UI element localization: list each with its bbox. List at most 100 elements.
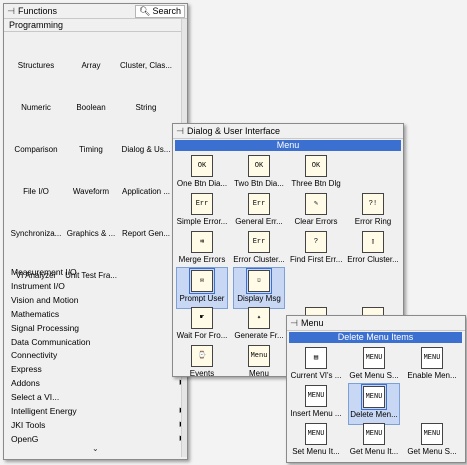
category-item[interactable]: JKI Tools▶ [11,419,187,431]
category-item[interactable]: Connectivity▶ [11,349,187,361]
get-menu-short-icon: MENU [421,423,443,445]
palette-item[interactable]: File I/O [10,161,62,203]
category-item[interactable]: Express▶ [11,363,187,375]
palette-item-unlabeled[interactable] [347,267,399,309]
palette-item-label: Boolean [76,103,106,112]
category-label: Instrument I/O [11,280,65,291]
palette-item-label: Application ... [121,187,171,196]
two-button-dialog-icon: OK [248,155,270,177]
search-button[interactable]: 🔍︎ Search [135,4,185,18]
palette-item-label: General Err... [235,217,283,226]
category-item[interactable]: OpenG▶ [11,433,187,445]
category-programming[interactable]: Programming [4,19,187,32]
blank-icon [362,155,384,177]
palette-item[interactable]: MENU Insert Menu ... [290,383,342,425]
category-label: Mathematics [11,308,60,319]
palette-item[interactable]: ✉ Prompt User [176,267,228,309]
category-label: Signal Processing [11,322,80,333]
menu-category-header[interactable]: Menu [175,140,401,151]
dialog-titlebar: ⊣ Dialog & User Interface [173,124,403,139]
palette-item[interactable]: Numeric [10,77,62,119]
palette-item-unlabeled[interactable] [406,383,458,425]
category-item[interactable]: Signal Processing▶ [11,322,187,334]
generate-front-icon: ✦ [248,307,270,329]
merge-errors-icon: ⇉ [191,231,213,253]
palette-item[interactable]: ☺ Display Msg [233,267,285,309]
get-menu-selection-icon: MENU [363,347,385,369]
palette-item[interactable]: MENU Set Menu It... [290,421,342,463]
palette-item[interactable]: Waveform [65,161,117,203]
category-label: OpenG [11,433,39,444]
category-label: Addons [11,378,40,389]
category-item[interactable]: Measurement I/O [11,266,187,278]
palette-item-label: Display Msg [237,294,281,303]
palette-item[interactable]: ✦ Generate Fr... [233,305,285,347]
palette-item[interactable]: ?! Error Ring [347,191,399,233]
pin-icon[interactable]: ⊣ [287,318,301,329]
pin-icon[interactable]: ⊣ [4,6,18,17]
palette-item[interactable]: ⇉ Merge Errors [176,229,228,271]
palette-item[interactable]: Application ... [120,161,172,203]
palette-item[interactable]: Err Simple Error... [176,191,228,233]
palette-item[interactable]: Comparison [10,119,62,161]
application-icon [135,163,157,185]
palette-item-label: Find First Err... [290,255,342,264]
palette-item[interactable]: ⌚ Events [176,343,228,385]
palette-item[interactable]: Menu Menu [233,343,285,385]
string-icon [135,79,157,101]
category-item[interactable]: Data Communication▶ [11,336,187,348]
menu-icon: Menu [248,345,270,367]
category-label: Data Communication [11,336,91,347]
prompt-user-icon: ✉ [189,268,215,294]
category-item[interactable]: Intelligent Energy▶ [11,405,187,417]
palette-item[interactable]: ☛ Wait For Fro... [176,305,228,347]
palette-item[interactable]: ? Find First Err... [290,229,342,271]
palette-item[interactable]: Boolean [65,77,117,119]
palette-item[interactable]: OK Two Btn Dia... [233,153,285,195]
palette-item[interactable]: ▯ Error Cluster... [347,229,399,271]
palette-item[interactable]: MENU Get Menu S... [348,345,400,387]
palette-item[interactable]: Report Gen... [120,203,172,245]
clear-errors-icon: ✎ [305,193,327,215]
palette-item[interactable]: Dialog & Us... [120,119,172,161]
palette-item[interactable]: Graphics & ... [65,203,117,245]
palette-item[interactable]: MENU Enable Men... [406,345,458,387]
palette-item-label: Simple Error... [176,217,228,226]
palette-item-label: One Btn Dia... [176,179,228,188]
palette-item-unlabeled[interactable] [290,267,342,309]
palette-item[interactable]: ✎ Clear Errors [290,191,342,233]
palette-item-label: Numeric [21,103,51,112]
find-first-error-icon: ? [305,231,327,253]
palette-item[interactable]: Err Error Cluster... [233,229,285,271]
palette-item-unlabeled[interactable] [347,153,399,195]
category-item[interactable]: Addons▶ [11,377,187,389]
programming-label: Programming [9,20,64,30]
palette-item[interactable]: String [120,77,172,119]
palette-item-label: Current VI's ... [290,371,342,380]
category-item[interactable]: Instrument I/O▶ [11,280,187,292]
palette-item[interactable]: Synchroniza... [10,203,62,245]
error-cluster-icon: Err [248,231,270,253]
palette-item[interactable]: MENU Delete Men... [348,383,400,425]
error-cluster-alt-icon: ▯ [362,231,384,253]
palette-item[interactable]: MENU Get Menu S... [406,421,458,463]
chevron-down-icon[interactable]: ⌄ [92,444,99,453]
palette-item[interactable]: Array [65,35,117,77]
error-ring-icon: ?! [362,193,384,215]
category-item[interactable]: Vision and Motion▶ [11,294,187,306]
three-button-dialog-icon: OK [305,155,327,177]
palette-item[interactable]: Err General Err... [233,191,285,233]
array-icon [80,37,102,59]
palette-item[interactable]: OK One Btn Dia... [176,153,228,195]
palette-item-label: Events [189,369,215,378]
palette-item[interactable]: OK Three Btn Dlg [290,153,342,195]
pin-icon[interactable]: ⊣ [173,126,187,137]
palette-item[interactable]: Structures [10,35,62,77]
palette-item[interactable]: Timing [65,119,117,161]
palette-item[interactable]: Cluster, Clas... [120,35,172,77]
palette-item[interactable]: MENU Get Menu It... [348,421,400,463]
palette-item-label: String [135,103,157,112]
category-item[interactable]: Select a VI... [11,391,187,403]
palette-item[interactable]: ▤ Current VI's ... [290,345,342,387]
category-item[interactable]: Mathematics▶ [11,308,187,320]
